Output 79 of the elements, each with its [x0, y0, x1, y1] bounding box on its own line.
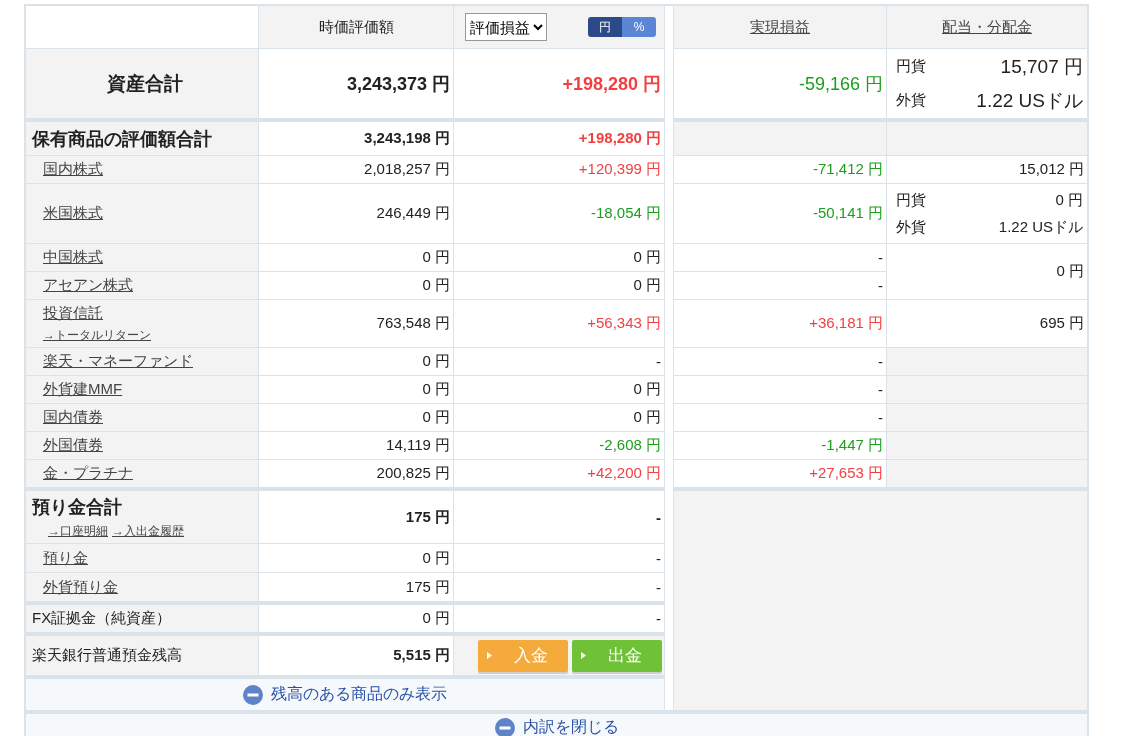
unit-toggle-button[interactable]: 円: [588, 17, 622, 37]
table-cell: +198,280 円: [578, 129, 661, 148]
category-link[interactable]: 外国債券: [43, 436, 103, 455]
table-cell-text: 3,243,373 円: [346, 72, 450, 96]
table-cell: -2,608 円: [599, 436, 661, 455]
table-cell: 0 円: [633, 276, 661, 295]
table-cell: 0 円: [422, 276, 450, 295]
table-cell: 2,018,257 円: [364, 160, 450, 179]
table-cell: 0 円: [633, 408, 661, 427]
table-cell: 5,515 円: [393, 646, 450, 665]
table-cell: 14,119 円: [386, 436, 450, 455]
dividend-amount: 1.22 USドル: [976, 88, 1083, 113]
currency-label: 円貨: [896, 190, 926, 210]
category-link[interactable]: 国内株式: [43, 160, 103, 179]
table-cell: -: [656, 610, 661, 627]
table-cell-text: +198,280 円: [562, 72, 661, 96]
category-link[interactable]: 中国株式: [43, 248, 103, 267]
dividend-amount: 0 円: [1055, 190, 1083, 210]
table-cell: 0 円: [1056, 262, 1084, 281]
category-link[interactable]: 預り金: [43, 548, 88, 568]
table-cell: +42,200 円: [587, 464, 661, 483]
table-cell: 0 円: [422, 609, 450, 628]
caret-icon: [581, 652, 586, 659]
table-cell: 200,825 円: [376, 464, 450, 483]
table-cell: +27,653 円: [809, 464, 883, 483]
table-cell: -: [656, 508, 661, 526]
table-cell: 0 円: [422, 548, 450, 568]
table-cell: 0 円: [633, 248, 661, 267]
table-cell: +56,343 円: [587, 314, 661, 333]
table-cell: -: [656, 578, 661, 596]
category-link[interactable]: 国内債券: [43, 408, 103, 427]
row-label: 保有商品の評価額合計: [32, 127, 212, 151]
table-cell: 175 円: [405, 577, 450, 597]
unit-toggle-button[interactable]: %: [622, 17, 656, 37]
toggle-link[interactable]: 内訳を閉じる: [494, 717, 619, 736]
table-cell: 0 円: [422, 380, 450, 399]
currency-label: 円貨: [896, 57, 926, 76]
table-cell: -: [656, 549, 661, 567]
table-cell: -: [878, 409, 883, 426]
table-cell: 763,548 円: [376, 314, 450, 333]
caret-icon: [487, 652, 492, 659]
table-cell: 0 円: [422, 248, 450, 267]
row-label: 資産合計: [107, 71, 183, 96]
category-link[interactable]: 投資信託: [43, 303, 151, 323]
table-cell: -1,447 円: [821, 436, 883, 455]
table-cell: 246,449 円: [376, 204, 450, 223]
profit-type-select[interactable]: 評価損益: [465, 13, 547, 41]
table-cell: -: [878, 249, 883, 266]
sub-link[interactable]: →口座明細: [48, 522, 108, 540]
category-link[interactable]: 米国株式: [43, 204, 103, 223]
table-cell: -50,141 円: [812, 204, 883, 223]
table-cell: 0 円: [633, 380, 661, 399]
sub-link[interactable]: →入出金履歴: [112, 522, 184, 540]
table-cell: +36,181 円: [809, 314, 883, 333]
column-header-link[interactable]: 実現損益: [750, 17, 810, 37]
row-label: FX証拠金（純資産）: [32, 609, 172, 628]
column-header: 時価評価額: [259, 6, 453, 48]
row-label: 楽天銀行普通預金残高: [32, 646, 182, 665]
table-cell: -: [878, 277, 883, 294]
row-label: 預り金合計: [32, 495, 123, 519]
table-cell: 695 円: [1039, 314, 1084, 333]
dividend-amount: 1.22 USドル: [998, 217, 1083, 237]
table-cell: -71,412 円: [812, 160, 883, 179]
table-cell: -: [878, 353, 883, 370]
currency-label: 外貨: [896, 91, 926, 110]
table-cell: 0 円: [422, 408, 450, 427]
table-cell-text: -59,166 円: [798, 72, 883, 96]
table-cell: 15,012 円: [1018, 160, 1084, 179]
currency-label: 外貨: [896, 217, 926, 237]
dividend-amount: 15,707 円: [1000, 54, 1083, 79]
table-cell: -: [878, 381, 883, 398]
minus-icon: [243, 684, 263, 705]
table-cell: 0 円: [422, 352, 450, 371]
table-cell: -: [656, 353, 661, 370]
table-cell: 175 円: [405, 507, 450, 527]
sub-link[interactable]: →トータルリターン: [43, 326, 151, 344]
table-cell: +120,399 円: [578, 160, 661, 179]
table-cell: 3,243,198 円: [364, 129, 450, 148]
table-cell: -18,054 円: [590, 204, 661, 223]
